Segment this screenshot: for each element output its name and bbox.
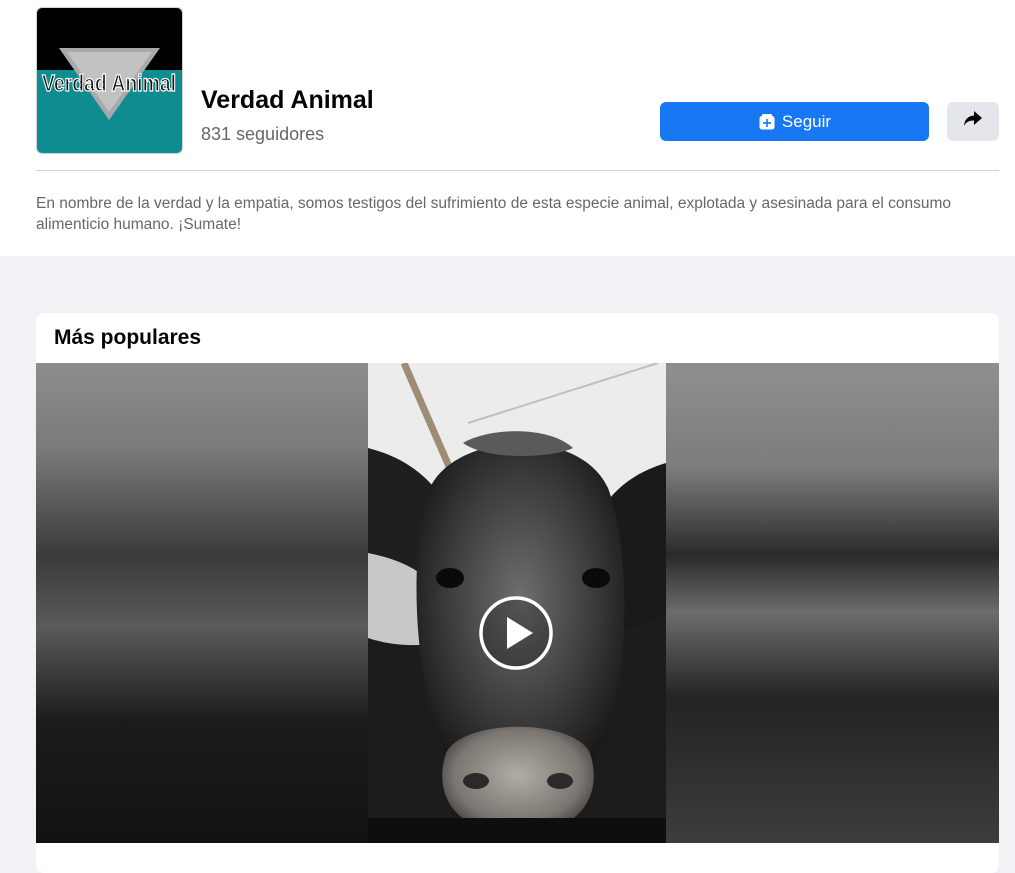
page-title: Verdad Animal [201,86,374,114]
follow-page-icon [758,113,776,131]
video-thumbnail[interactable] [368,363,666,843]
page-logo[interactable]: Verdad Animal [36,7,183,154]
svg-text:Verdad Animal: Verdad Animal [42,70,176,96]
verdad-animal-logo-icon: Verdad Animal [37,8,182,153]
popular-videos-card: Más populares [36,313,999,873]
follower-count: 831 seguidores [201,124,325,144]
follow-button[interactable]: Seguir [660,102,929,141]
share-button[interactable] [947,102,999,141]
featured-video-carousel[interactable] [36,363,999,843]
share-arrow-icon [963,110,983,133]
play-icon[interactable] [478,595,554,671]
follow-button-label: Seguir [781,111,832,131]
blurred-background-left [36,363,368,843]
page-header: Verdad Animal Verdad Animal 831 seguidor… [0,0,1015,256]
page-description: En nombre de la verdad y la empatia, som… [36,195,952,233]
blurred-background-right [666,363,999,843]
section-title: Más populares [54,326,202,349]
header-divider [36,170,999,171]
